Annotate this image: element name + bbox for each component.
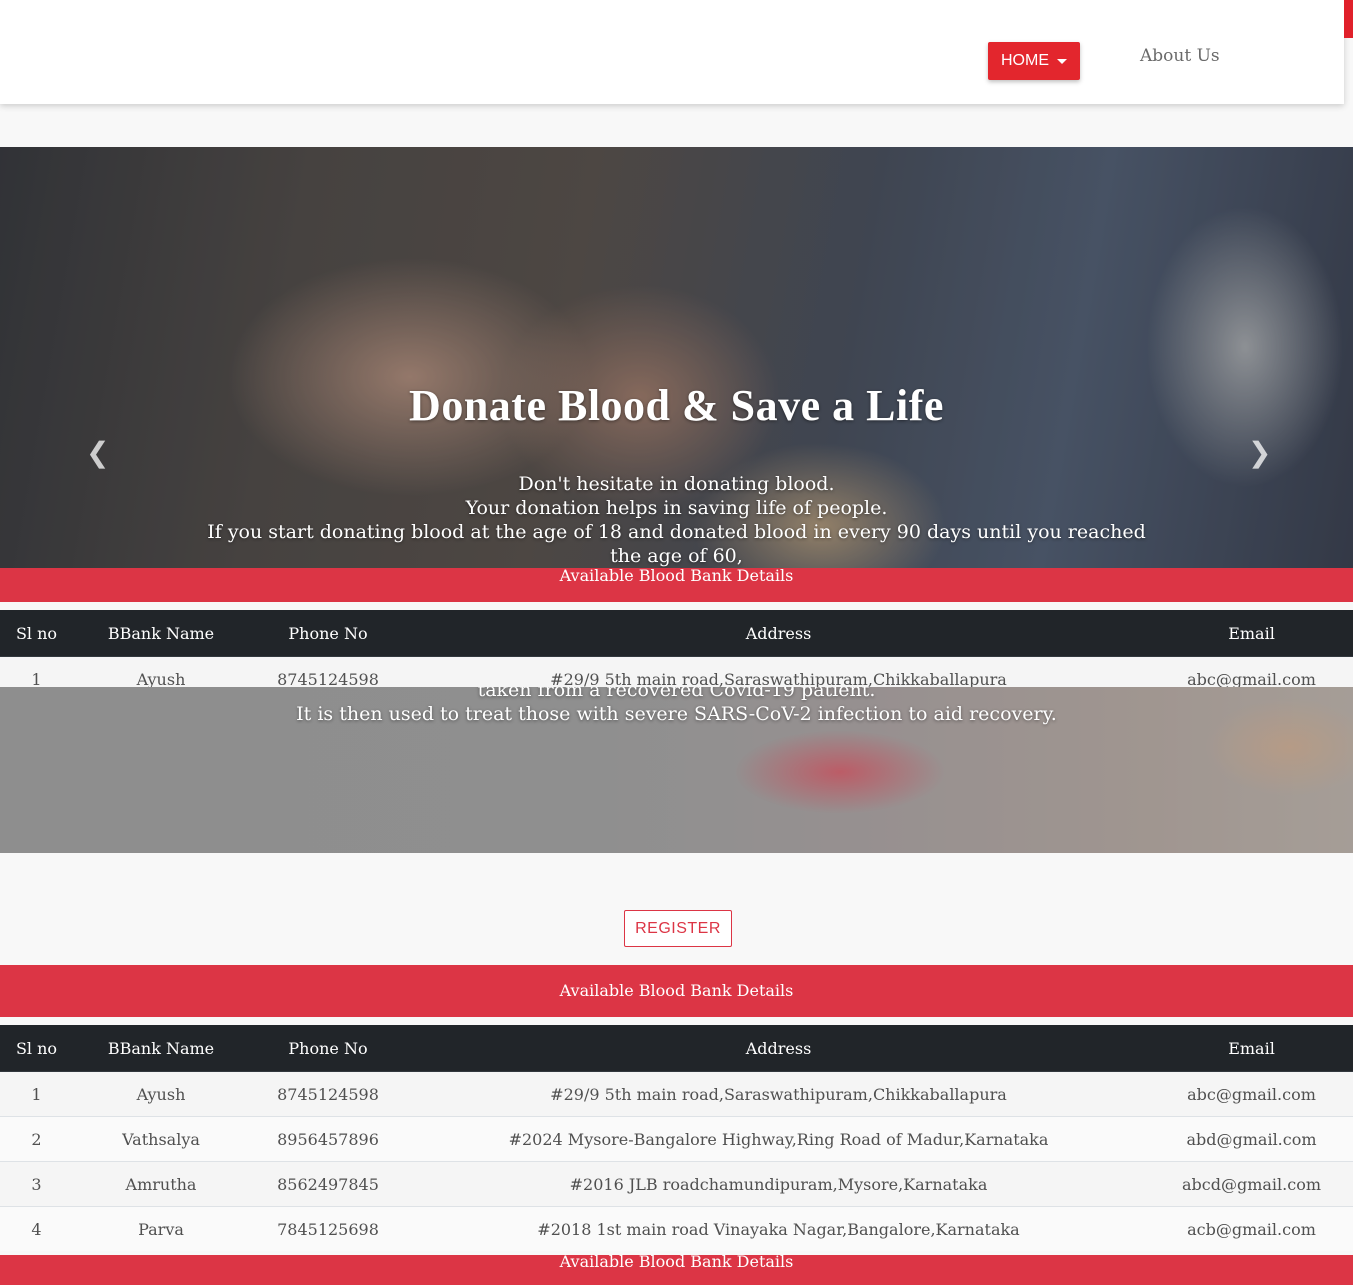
column-header: Email — [1150, 610, 1353, 657]
table-cell: abc@gmail.com — [1150, 656, 1353, 687]
table-cell: #29/9 5th main road,Saraswathipuram,Chik… — [407, 656, 1150, 687]
table-cell: acb@gmail.com — [1150, 1206, 1353, 1251]
blood-bank-table: Sl no BBank Name Phone No Address Email … — [0, 1025, 1353, 1255]
caption-line: If you start donating blood at the age o… — [207, 521, 1146, 567]
table-cell: Ayush — [73, 1071, 249, 1117]
blood-bank-table-overlay: Sl no BBank Name Phone No Address Email … — [0, 610, 1353, 687]
column-header: Sl no — [0, 1025, 73, 1072]
column-header: BBank Name — [73, 610, 249, 657]
table-cell: abd@gmail.com — [1150, 1116, 1353, 1162]
column-header: Email — [1150, 1025, 1353, 1072]
column-header: Phone No — [249, 1025, 407, 1072]
table-cell: 7845125698 — [249, 1206, 407, 1251]
caret-down-icon — [1057, 58, 1067, 64]
navbar: HOME About Us — [0, 0, 1344, 104]
navbar-edge-accent — [1344, 0, 1353, 38]
table-cell: abcd@gmail.com — [1150, 1161, 1353, 1207]
table-cell: 8562497845 — [249, 1161, 407, 1207]
column-header: Phone No — [249, 610, 407, 657]
table-cell: Vathsalya — [73, 1116, 249, 1162]
home-dropdown-button[interactable]: HOME — [988, 42, 1080, 80]
table-cell: Ayush — [73, 656, 249, 687]
blood-bank-heading: Available Blood Bank Details — [0, 568, 1353, 602]
table-row: 2 Vathsalya 8956457896 #2024 Mysore-Bang… — [0, 1116, 1353, 1162]
carousel-prev-icon[interactable]: ❮ — [86, 436, 109, 469]
hero-carousel: ❮ ❯ Donate Blood & Save a Life Don't hes… — [0, 147, 1353, 853]
table-cell: 2 — [0, 1116, 73, 1162]
table-cell: 3 — [0, 1161, 73, 1207]
table-cell: 4 — [0, 1206, 73, 1251]
carousel-caption: Don't hesitate in donating blood. Your d… — [0, 472, 1353, 568]
caption-line: It is then used to treat those with seve… — [296, 703, 1057, 725]
table-cell: 8956457896 — [249, 1116, 407, 1162]
table-cell: 8745124598 — [249, 656, 407, 687]
table-row: 3 Amrutha 8562497845 #2016 JLB roadchamu… — [0, 1161, 1353, 1207]
table-cell: abc@gmail.com — [1150, 1071, 1353, 1117]
register-button[interactable]: REGISTER — [624, 910, 732, 947]
column-header: BBank Name — [73, 1025, 249, 1072]
table-cell: #2024 Mysore-Bangalore Highway,Ring Road… — [407, 1116, 1150, 1162]
table-cell: #29/9 5th main road,Saraswathipuram,Chik… — [407, 1071, 1150, 1117]
column-header: Address — [407, 1025, 1150, 1072]
table-cell: #2018 1st main road Vinayaka Nagar,Banga… — [407, 1206, 1150, 1251]
table-cell: Amrutha — [73, 1161, 249, 1207]
about-us-link[interactable]: About Us — [1140, 46, 1220, 66]
blood-bank-heading: Available Blood Bank Details — [0, 965, 1353, 1017]
column-header: Sl no — [0, 610, 73, 657]
table-cell: 1 — [0, 1071, 73, 1117]
table-row: 1 Ayush 8745124598 #29/9 5th main road,S… — [0, 1071, 1353, 1117]
caption-line: Your donation helps in saving life of pe… — [465, 497, 888, 519]
table-cell: 8745124598 — [249, 1071, 407, 1117]
table-row: 1 Ayush 8745124598 #29/9 5th main road,S… — [0, 656, 1353, 687]
carousel-title: Donate Blood & Save a Life — [409, 381, 944, 430]
table-header-row: Sl no BBank Name Phone No Address Email — [0, 1025, 1353, 1072]
table-cell: #2016 JLB roadchamundipuram,Mysore,Karna… — [407, 1161, 1150, 1207]
caption-line: Don't hesitate in donating blood. — [518, 473, 835, 495]
carousel-next-icon[interactable]: ❯ — [1248, 436, 1271, 469]
column-header: Address — [407, 610, 1150, 657]
table-cell: 1 — [0, 656, 73, 687]
table-cell: Parva — [73, 1206, 249, 1251]
home-label: HOME — [1001, 52, 1049, 69]
table-header-row: Sl no BBank Name Phone No Address Email — [0, 610, 1353, 657]
table-row: 4 Parva 7845125698 #2018 1st main road V… — [0, 1206, 1353, 1251]
